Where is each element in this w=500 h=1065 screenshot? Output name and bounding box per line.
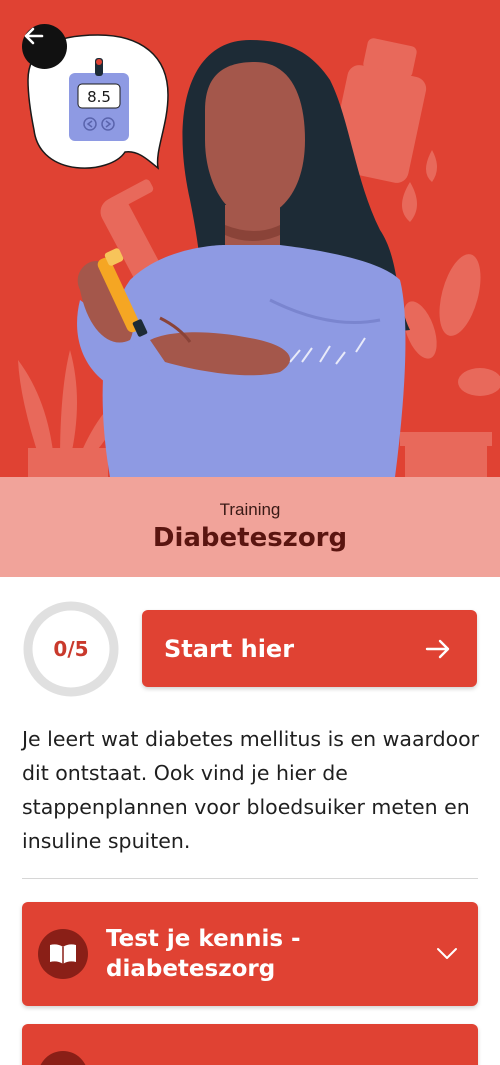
module-icon	[38, 1051, 88, 1065]
start-button[interactable]: Start hier	[142, 610, 477, 687]
hero-illustration: 8.5	[0, 0, 500, 477]
divider	[22, 878, 478, 879]
module-card-test-kennis[interactable]: Test je kennis - diabeteszorg	[22, 902, 478, 1006]
chevron-down-icon[interactable]	[436, 942, 458, 964]
book-icon	[50, 944, 76, 964]
page-title: Diabeteszorg	[152, 523, 348, 553]
hero-artwork: 8.5	[18, 34, 500, 477]
glucose-reading: 8.5	[87, 88, 111, 106]
module-icon	[38, 929, 88, 979]
module-card-2[interactable]	[22, 1024, 478, 1065]
arrow-left-icon	[24, 27, 44, 45]
start-button-label: Start hier	[164, 634, 295, 663]
progress-label: 0/5	[53, 637, 89, 661]
module-title: Test je kennis - diabeteszorg	[106, 926, 301, 982]
title-band: Training Diabeteszorg	[0, 477, 500, 577]
arrow-right-icon	[425, 639, 450, 659]
back-button[interactable]	[22, 24, 67, 69]
training-description: Je leert wat diabetes mellitus is en waa…	[22, 727, 480, 853]
training-kicker: Training	[219, 500, 281, 519]
